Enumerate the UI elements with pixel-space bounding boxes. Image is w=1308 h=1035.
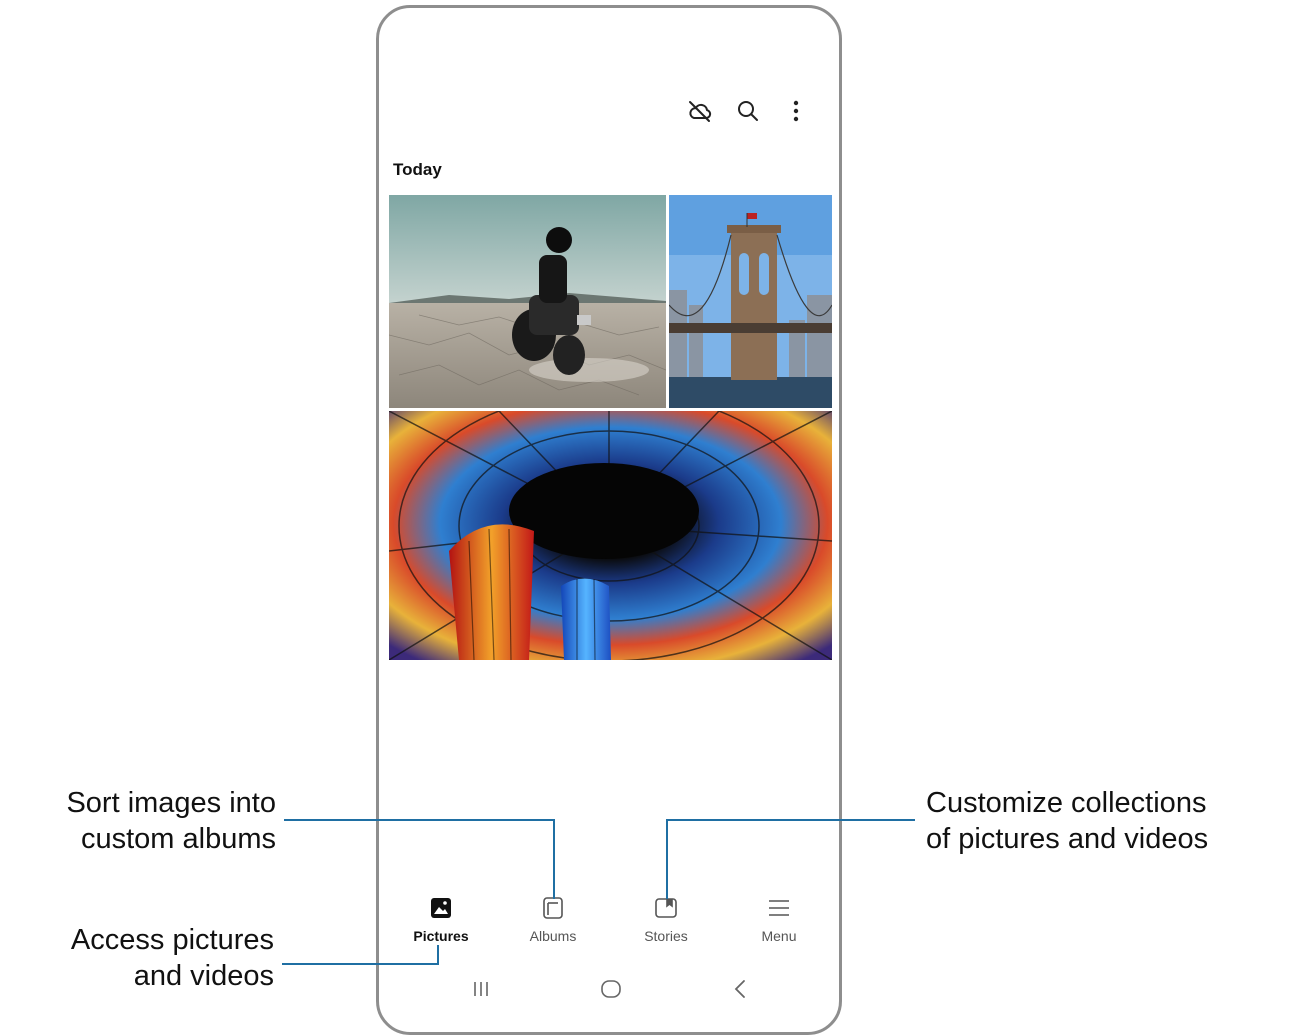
- menu-icon: [734, 894, 824, 922]
- callout-stories-line1: Customize collections: [926, 787, 1207, 819]
- callout-albums-line1: Sort images into: [66, 787, 276, 819]
- leader-pictures-horizontal: [282, 963, 439, 965]
- callout-stories-line2: of pictures and videos: [926, 823, 1209, 855]
- tab-stories-label: Stories: [644, 928, 688, 944]
- callout-stories: Customize collections of pictures and vi…: [926, 785, 1296, 857]
- leader-stories-vertical: [666, 819, 668, 899]
- cloud-off-icon[interactable]: [685, 96, 715, 126]
- search-icon[interactable]: [733, 96, 763, 126]
- tab-pictures[interactable]: Pictures: [396, 894, 486, 944]
- home-icon[interactable]: [591, 974, 631, 1004]
- more-options-icon[interactable]: [781, 96, 811, 126]
- tab-albums-label: Albums: [529, 928, 577, 944]
- tab-menu[interactable]: Menu: [734, 894, 824, 944]
- callout-pictures-line2: and videos: [133, 960, 274, 992]
- callout-pictures-line1: Access pictures: [70, 924, 274, 956]
- callout-albums-line2: custom albums: [80, 823, 276, 855]
- phone-frame: Today Pictures Albums Stories Menu: [376, 5, 842, 1035]
- tab-pictures-label: Pictures: [413, 928, 469, 944]
- section-title-today: Today: [393, 160, 442, 179]
- callout-albums: Sort images into custom albums: [8, 785, 276, 857]
- tab-menu-label: Menu: [761, 928, 797, 944]
- leader-stories-horizontal: [666, 819, 915, 821]
- leader-albums-horizontal: [284, 819, 555, 821]
- bottom-navigation: Pictures Albums Stories Menu: [379, 894, 839, 954]
- recents-icon[interactable]: [461, 974, 501, 1004]
- leader-albums-vertical: [553, 819, 555, 899]
- back-icon[interactable]: [720, 974, 760, 1004]
- system-navigation-bar: [379, 974, 839, 1004]
- pictures-icon: [396, 894, 486, 922]
- top-app-bar-actions: [685, 96, 811, 126]
- photo-brooklyn-bridge[interactable]: [669, 195, 832, 408]
- callout-pictures: Access pictures and videos: [8, 922, 274, 994]
- tab-albums[interactable]: Albums: [508, 894, 598, 944]
- tab-stories[interactable]: Stories: [621, 894, 711, 944]
- leader-pictures-vertical: [437, 945, 439, 965]
- photo-stained-glass-dome[interactable]: [389, 411, 832, 660]
- photo-motorcycle-desert[interactable]: [389, 195, 666, 408]
